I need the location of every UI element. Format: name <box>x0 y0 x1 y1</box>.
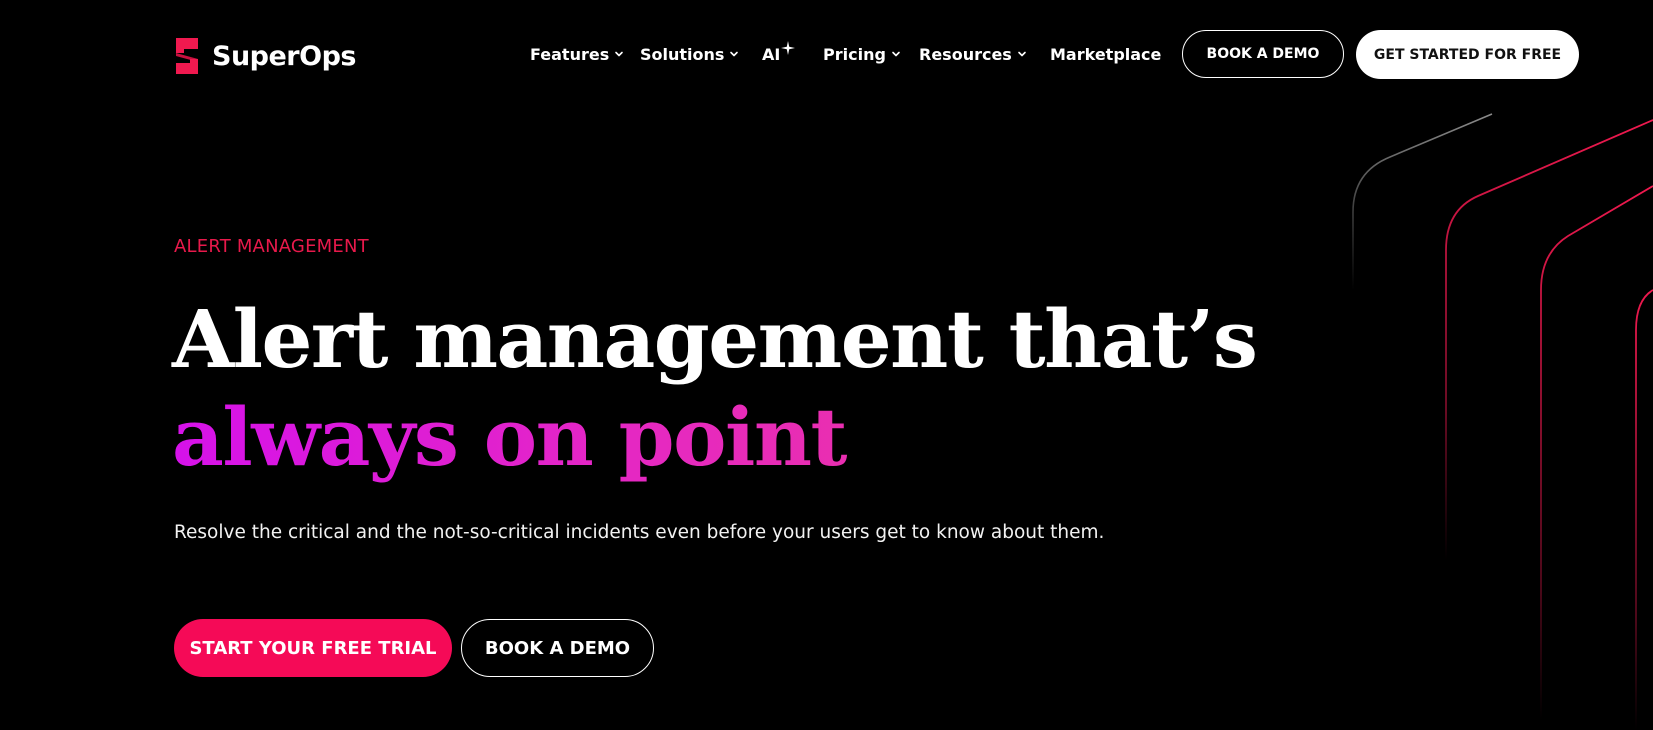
nav-label-solutions: Solutions <box>640 44 725 64</box>
nav-item-marketplace[interactable]: Marketplace <box>1050 40 1161 68</box>
hero-subtitle: Resolve the critical and the not-so-crit… <box>174 522 1105 543</box>
hero-eyebrow: ALERT MANAGEMENT <box>174 236 369 257</box>
nav-label-ai: AI <box>762 44 781 64</box>
book-demo-button[interactable]: BOOK A DEMO <box>461 619 654 677</box>
nav-item-features[interactable]: Features <box>530 40 624 68</box>
nav-item-pricing[interactable]: Pricing <box>823 40 901 68</box>
site-header: SuperOps Features Solutions AI Pricing R… <box>0 0 1653 110</box>
sparkle-icon <box>781 41 796 55</box>
deco-line-red-2 <box>1540 185 1653 720</box>
deco-line-red-3 <box>1635 289 1653 730</box>
chevron-down-icon <box>615 51 624 57</box>
get-started-button[interactable]: GET STARTED FOR FREE <box>1356 30 1579 79</box>
nav-label-resources: Resources <box>919 44 1012 64</box>
start-free-trial-button[interactable]: START YOUR FREE TRIAL <box>174 619 452 677</box>
hero-headline: Alert management that’s always on point <box>172 290 1258 486</box>
nav-item-solutions[interactable]: Solutions <box>640 40 739 68</box>
deco-line-grey <box>1352 113 1493 290</box>
nav-item-ai[interactable]: AI <box>762 40 796 68</box>
chevron-down-icon <box>1018 51 1026 57</box>
nav-label-features: Features <box>530 44 610 64</box>
chevron-down-icon <box>892 51 900 57</box>
hero-headline-line-1: Alert management that’s <box>172 292 1258 386</box>
hero-headline-line-2: always on point <box>172 388 1256 486</box>
page: SuperOps Features Solutions AI Pricing R… <box>0 0 1653 730</box>
book-demo-button-header[interactable]: BOOK A DEMO <box>1182 30 1344 78</box>
nav-item-resources[interactable]: Resources <box>919 40 1027 68</box>
nav-label-marketplace: Marketplace <box>1050 44 1162 64</box>
nav-label-pricing: Pricing <box>823 44 886 64</box>
chevron-down-icon <box>730 51 739 57</box>
deco-line-red-1 <box>1445 119 1653 560</box>
